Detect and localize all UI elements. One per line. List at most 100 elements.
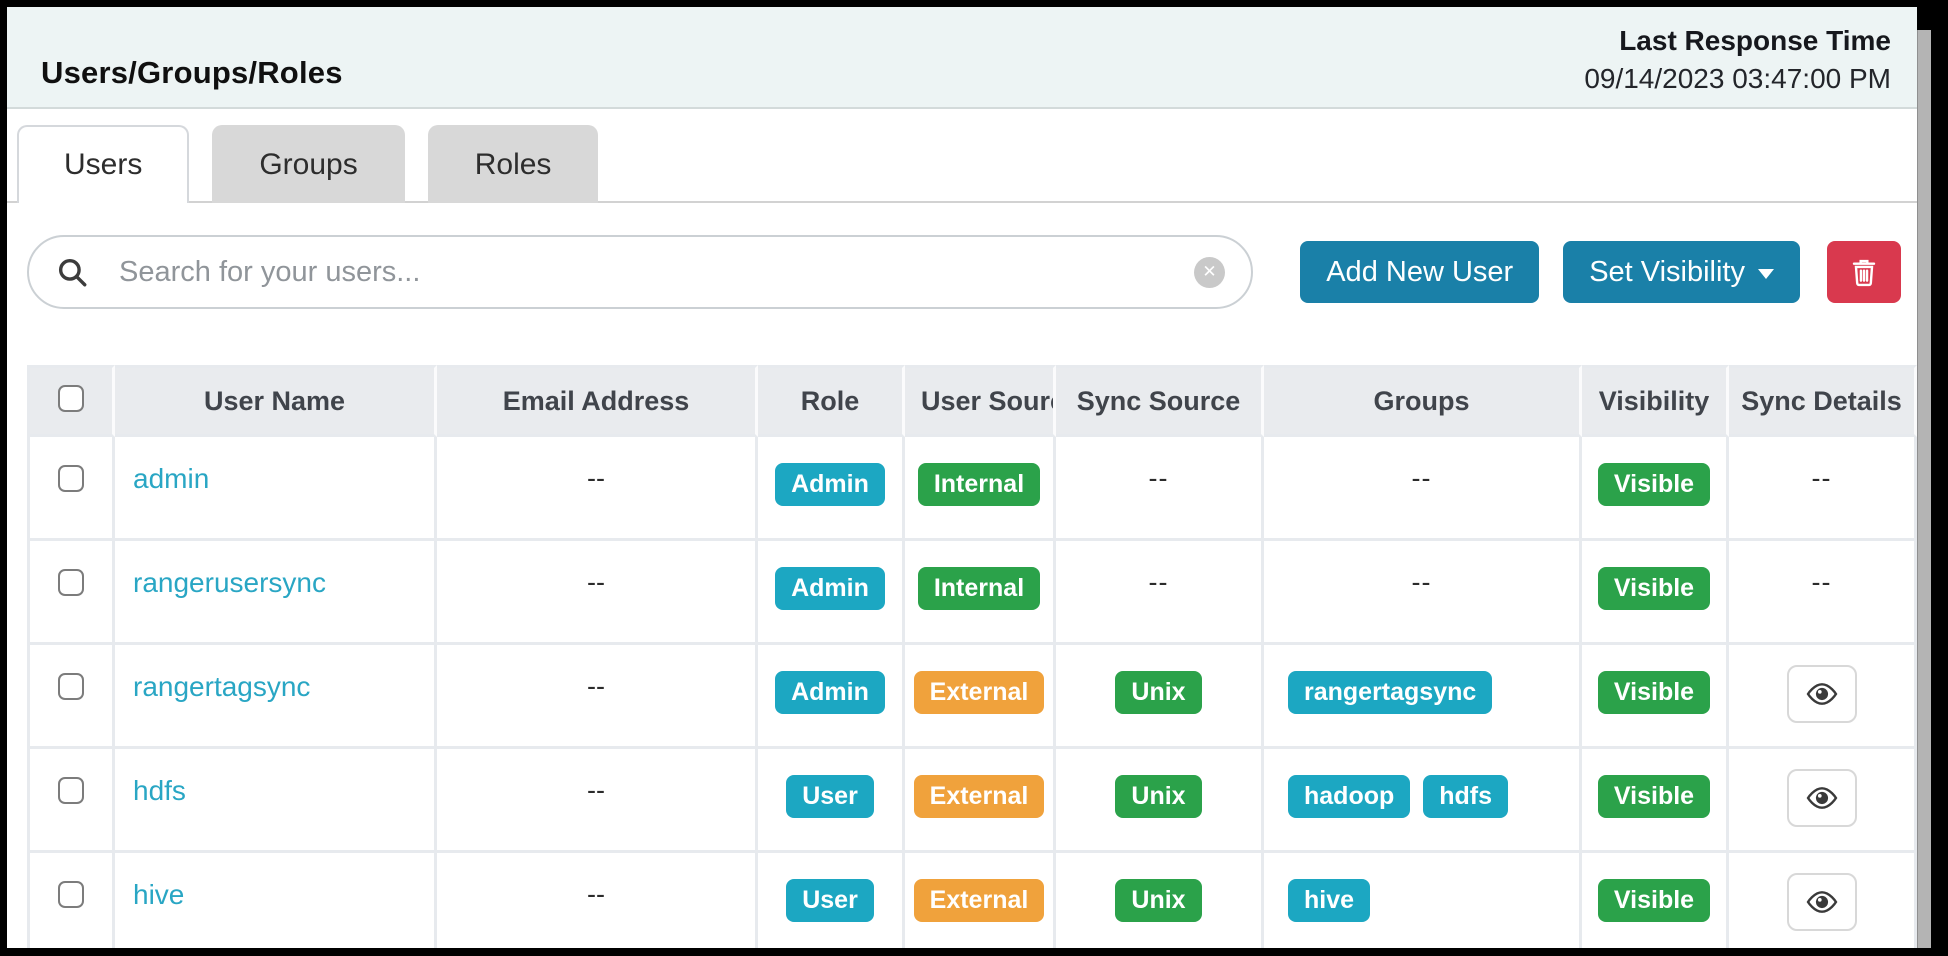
sync-source-badge: Unix — [1115, 775, 1201, 818]
last-response-label: Last Response Time — [1619, 25, 1891, 57]
page-header: Users/Groups/Roles Last Response Time 09… — [7, 7, 1917, 109]
role-cell: Admin — [758, 645, 905, 749]
sync-details-cell — [1729, 749, 1917, 853]
groups-cell-wrap: rangertagsync — [1264, 645, 1582, 749]
sync-details-eye-button[interactable] — [1787, 873, 1857, 931]
set-visibility-button[interactable]: Set Visibility — [1563, 241, 1800, 303]
app-window: Users/Groups/Roles Last Response Time 09… — [0, 0, 1948, 956]
row-select-cell — [27, 749, 115, 853]
groups-cell-wrap: -- — [1264, 437, 1582, 541]
sync-source-badge: Unix — [1115, 879, 1201, 922]
set-visibility-label: Set Visibility — [1589, 256, 1745, 289]
search-icon — [55, 255, 89, 289]
visibility-badge: Visible — [1598, 567, 1710, 610]
eye-icon — [1805, 785, 1839, 811]
sync-details-cell: -- — [1729, 541, 1917, 645]
user-name-cell: admin — [115, 437, 437, 541]
sync-details-eye-button[interactable] — [1787, 769, 1857, 827]
user-source-cell: Internal — [905, 541, 1056, 645]
search-input[interactable] — [117, 255, 1194, 290]
eye-icon — [1805, 681, 1839, 707]
sync-details-eye-button[interactable] — [1787, 665, 1857, 723]
user-source-badge: Internal — [918, 567, 1040, 610]
row-select-cell — [27, 541, 115, 645]
groups-cell-wrap: hive — [1264, 853, 1582, 948]
user-source-badge: Internal — [918, 463, 1040, 506]
email-cell: -- — [437, 645, 758, 749]
visibility-cell: Visible — [1582, 541, 1729, 645]
main-viewport: Users/Groups/Roles Last Response Time 09… — [7, 7, 1917, 948]
row-checkbox[interactable] — [58, 673, 84, 700]
page-title: Users/Groups/Roles — [41, 55, 343, 91]
visibility-badge: Visible — [1598, 671, 1710, 714]
row-select-cell — [27, 853, 115, 948]
role-cell: Admin — [758, 541, 905, 645]
users-table: User NameEmail AddressRoleUser SourceSyn… — [27, 365, 1917, 948]
column-header-role: Role — [758, 365, 905, 437]
user-source-cell: External — [905, 645, 1056, 749]
sync-details-cell — [1729, 853, 1917, 948]
groups-cell-wrap: -- — [1264, 541, 1582, 645]
search-box: ✕ — [27, 235, 1253, 309]
role-badge: Admin — [775, 671, 885, 714]
column-header-sync-source: Sync Source — [1056, 365, 1264, 437]
user-source-badge: External — [914, 775, 1045, 818]
user-source-badge: External — [914, 879, 1045, 922]
visibility-cell: Visible — [1582, 853, 1729, 948]
column-header-user-source: User Source — [905, 365, 1056, 437]
column-header-sync-details: Sync Details — [1729, 365, 1917, 437]
visibility-badge: Visible — [1598, 879, 1710, 922]
group-badge: rangertagsync — [1288, 671, 1492, 714]
user-name-cell: rangertagsync — [115, 645, 437, 749]
row-select-cell — [27, 437, 115, 541]
role-badge: Admin — [775, 567, 885, 610]
visibility-cell: Visible — [1582, 749, 1729, 853]
user-name-link[interactable]: admin — [133, 463, 209, 494]
row-checkbox[interactable] — [58, 777, 84, 804]
column-header-groups: Groups — [1264, 365, 1582, 437]
sync-source-cell: -- — [1056, 437, 1264, 541]
email-cell: -- — [437, 437, 758, 541]
table-row: admin--AdminInternal----Visible-- — [27, 437, 1917, 541]
table-row: rangerusersync--AdminInternal----Visible… — [27, 541, 1917, 645]
role-badge: Admin — [775, 463, 885, 506]
user-name-link[interactable]: rangerusersync — [133, 567, 326, 598]
group-badge: hdfs — [1423, 775, 1508, 818]
user-source-cell: External — [905, 749, 1056, 853]
email-cell: -- — [437, 853, 758, 948]
sync-details-cell — [1729, 645, 1917, 749]
select-all-checkbox[interactable] — [58, 385, 84, 412]
tab-groups[interactable]: Groups — [212, 125, 404, 203]
user-name-cell: hive — [115, 853, 437, 948]
role-badge: User — [786, 775, 874, 818]
delete-button[interactable] — [1827, 241, 1901, 303]
column-header-email-address: Email Address — [437, 365, 758, 437]
sync-source-cell: Unix — [1056, 749, 1264, 853]
sync-source-badge: Unix — [1115, 671, 1201, 714]
row-checkbox[interactable] — [58, 465, 84, 492]
table-header-row: User NameEmail AddressRoleUser SourceSyn… — [27, 365, 1917, 437]
table-row: rangertagsync -- Admin External Unix rangerta… — [27, 645, 1917, 749]
group-badge: hive — [1288, 879, 1370, 922]
column-header-user-name: User Name — [115, 365, 437, 437]
trash-icon — [1848, 256, 1880, 288]
sync-source-cell: Unix — [1056, 853, 1264, 948]
tab-bar: Users Groups Roles — [7, 123, 1917, 203]
clear-search-icon[interactable]: ✕ — [1194, 257, 1225, 288]
user-name-link[interactable]: hdfs — [133, 775, 186, 806]
group-badge: hadoop — [1288, 775, 1410, 818]
user-name-link[interactable]: hive — [133, 879, 184, 910]
visibility-badge: Visible — [1598, 775, 1710, 818]
user-name-link[interactable]: rangertagsync — [133, 671, 310, 702]
add-new-user-button[interactable]: Add New User — [1300, 241, 1539, 303]
row-checkbox[interactable] — [58, 569, 84, 596]
user-name-cell: rangerusersync — [115, 541, 437, 645]
role-cell: User — [758, 749, 905, 853]
user-name-cell: hdfs — [115, 749, 437, 853]
role-cell: User — [758, 853, 905, 948]
row-checkbox[interactable] — [58, 881, 84, 908]
tab-users[interactable]: Users — [17, 125, 189, 203]
email-cell: -- — [437, 749, 758, 853]
tab-roles[interactable]: Roles — [428, 125, 599, 203]
vertical-scrollbar[interactable] — [1917, 30, 1931, 948]
